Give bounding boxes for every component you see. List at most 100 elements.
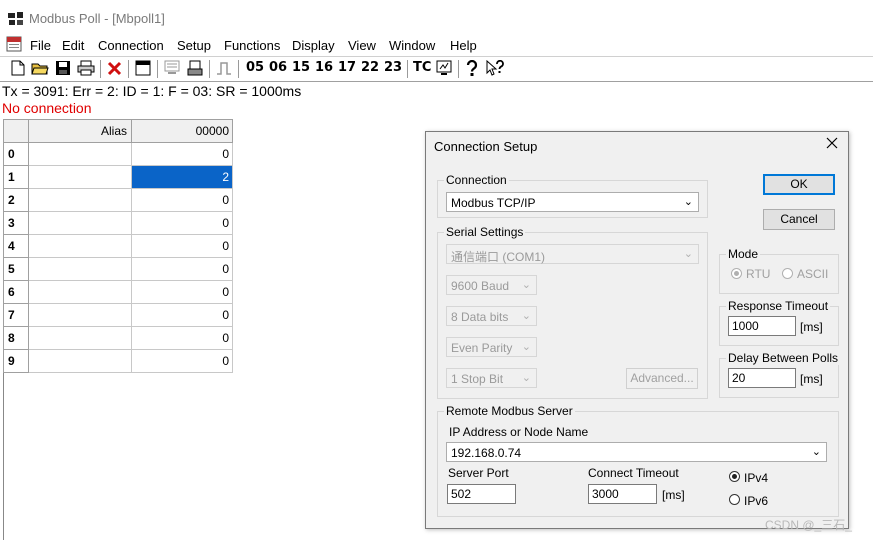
table-row[interactable]: 40 [3,234,233,258]
ip-address-input[interactable]: 192.168.0.74 ⌄ [446,442,827,462]
rtu-radio[interactable] [731,268,742,279]
register-value-cell[interactable]: 0 [131,349,233,373]
ipv4-radio[interactable] [729,471,740,482]
window-icon[interactable] [135,60,151,76]
register-value-cell[interactable]: 0 [131,234,233,258]
data-bits-value: 8 Data bits [451,310,509,324]
table-row[interactable]: 00 [3,142,233,166]
new-file-icon[interactable] [11,60,25,76]
row-index[interactable]: 8 [3,326,29,350]
parity-select[interactable]: Even Parity ⌄ [446,337,537,357]
register-value-cell[interactable]: 0 [131,257,233,281]
connection-select[interactable]: Modbus TCP/IP ⌄ [446,192,699,212]
row-index[interactable]: 9 [3,349,29,373]
register-value-cell[interactable]: 0 [131,280,233,304]
ascii-radio[interactable] [782,268,793,279]
function-23-button[interactable]: 23 [384,60,402,77]
delete-icon[interactable] [107,61,122,76]
menu-help[interactable]: Help [450,38,477,53]
alias-cell[interactable] [28,211,132,235]
alias-cell[interactable] [28,188,132,212]
data-bits-select[interactable]: 8 Data bits ⌄ [446,306,537,326]
alias-header[interactable]: Alias [28,119,132,143]
com-port-select[interactable]: 通信端口 (COM1) ⌄ [446,244,699,264]
table-row[interactable]: 12 [3,165,233,189]
baud-select[interactable]: 9600 Baud ⌄ [446,275,537,295]
close-icon[interactable] [826,137,838,149]
table-row[interactable]: 20 [3,188,233,212]
row-index[interactable]: 7 [3,303,29,327]
register-value-cell[interactable]: 0 [131,211,233,235]
function-06-button[interactable]: 06 [269,60,287,77]
register-value-cell[interactable]: 0 [131,188,233,212]
row-index[interactable]: 6 [3,280,29,304]
alias-cell[interactable] [28,165,132,189]
cancel-button[interactable]: Cancel [763,209,835,230]
read-write-icon[interactable] [164,60,180,76]
pulse-icon[interactable] [216,61,232,76]
stop-bits-select[interactable]: 1 Stop Bit ⌄ [446,368,537,388]
response-timeout-label: Response Timeout [726,299,831,313]
table-row[interactable]: 70 [3,303,233,327]
row-index[interactable]: 3 [3,211,29,235]
alias-cell[interactable] [28,257,132,281]
rtu-label: RTU [746,267,771,281]
function-17-button[interactable]: 17 [338,60,356,77]
menu-view[interactable]: View [348,38,376,53]
response-timeout-input[interactable]: 1000 [728,316,796,336]
menu-edit[interactable]: Edit [62,38,84,53]
delay-polls-input[interactable]: 20 [728,368,796,388]
print-icon[interactable] [77,60,95,76]
function-15-button[interactable]: 15 [292,60,310,77]
chevron-down-icon: ⌄ [521,372,531,384]
register-grid[interactable]: Alias 00000 00122030405060708090 [3,119,233,373]
advanced-button[interactable]: Advanced... [626,368,698,389]
function-16-button[interactable]: 16 [315,60,333,77]
ipv4-label: IPv4 [744,471,769,485]
alias-cell[interactable] [28,326,132,350]
document-icon[interactable] [6,36,22,52]
register-value-cell[interactable]: 0 [131,142,233,166]
table-row[interactable]: 80 [3,326,233,350]
tc-button[interactable]: TC [413,60,431,77]
alias-cell[interactable] [28,280,132,304]
menu-file[interactable]: File [30,38,51,53]
register-value-cell[interactable]: 0 [131,326,233,350]
table-row[interactable]: 50 [3,257,233,281]
menu-setup[interactable]: Setup [177,38,211,53]
function-22-button[interactable]: 22 [361,60,379,77]
table-row[interactable]: 90 [3,349,233,373]
ok-button[interactable]: OK [763,174,835,195]
menu-functions[interactable]: Functions [224,38,280,53]
chevron-down-icon: ⌄ [521,310,531,322]
alias-cell[interactable] [28,349,132,373]
table-row[interactable]: 30 [3,211,233,235]
register-value-cell[interactable]: 2 [131,165,233,189]
row-index[interactable]: 4 [3,234,29,258]
ipv6-radio[interactable] [729,494,740,505]
save-icon[interactable] [55,60,71,76]
chevron-down-icon: ⌄ [521,279,531,291]
alias-cell[interactable] [28,234,132,258]
server-port-input[interactable]: 502 [447,484,516,504]
alias-cell[interactable] [28,142,132,166]
register-header[interactable]: 00000 [131,119,233,143]
menu-display[interactable]: Display [292,38,335,53]
row-index[interactable]: 0 [3,142,29,166]
row-index[interactable]: 1 [3,165,29,189]
alias-cell[interactable] [28,303,132,327]
row-index[interactable]: 2 [3,188,29,212]
function-05-button[interactable]: 05 [246,60,264,77]
register-value-cell[interactable]: 0 [131,303,233,327]
connect-timeout-input[interactable]: 3000 [588,484,657,504]
printer-mode-icon[interactable] [187,60,203,76]
menu-connection[interactable]: Connection [98,38,164,53]
context-help-icon[interactable] [486,60,504,77]
table-row[interactable]: 60 [3,280,233,304]
open-folder-icon[interactable] [31,60,49,76]
menu-window[interactable]: Window [389,38,435,53]
row-index[interactable]: 5 [3,257,29,281]
help-icon[interactable] [465,60,479,77]
monitor-icon[interactable] [436,60,452,76]
serial-settings-label: Serial Settings [444,225,526,239]
